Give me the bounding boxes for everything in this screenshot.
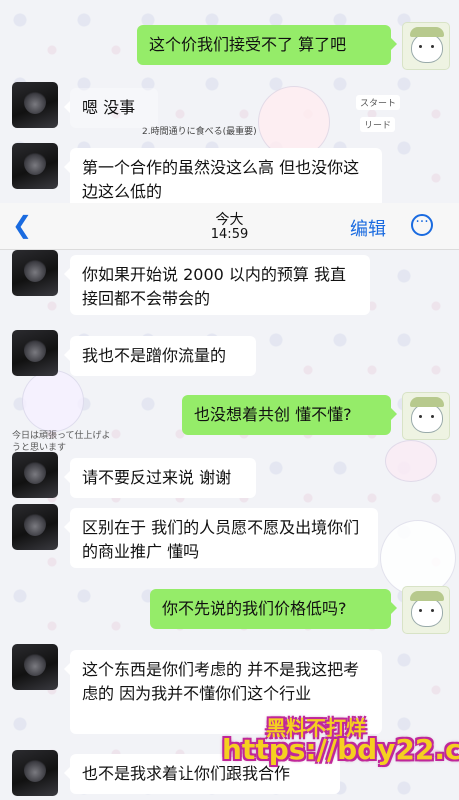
- message-bubble[interactable]: 这个价我们接受不了 算了吧: [137, 25, 397, 65]
- message-bubble[interactable]: 也没想着共创 懂不懂?: [182, 395, 397, 435]
- message-bubble[interactable]: 你不先说的我们价格低吗?: [150, 589, 397, 629]
- sticker-text-japanese: 今日は頑張って仕上げようと思います: [12, 431, 111, 453]
- sticker-cloud: [385, 440, 437, 482]
- contact-avatar[interactable]: [12, 250, 58, 296]
- self-avatar[interactable]: [402, 22, 450, 70]
- message-bubble[interactable]: 请不要反过来说 谢谢: [64, 458, 256, 498]
- self-avatar[interactable]: [402, 586, 450, 634]
- message-bubble[interactable]: 你如果开始说 2000 以内的预算 我直接回都不会带会的: [64, 255, 370, 315]
- contact-avatar[interactable]: [12, 82, 58, 128]
- chat-time: 14:59: [210, 227, 249, 242]
- message-bubble[interactable]: 区别在于 我们的人员愿不愿及出境你们的商业推广 懂吗: [64, 508, 378, 568]
- sticker-text-start: スタート: [356, 95, 401, 110]
- contact-avatar[interactable]: [12, 750, 58, 796]
- contact-avatar[interactable]: [12, 504, 58, 550]
- message-bubble[interactable]: 我也不是蹭你流量的: [64, 336, 256, 376]
- contact-avatar[interactable]: [12, 452, 58, 498]
- message-bubble[interactable]: 嗯 没事: [64, 88, 158, 128]
- contact-avatar[interactable]: [12, 330, 58, 376]
- contact-avatar[interactable]: [12, 143, 58, 189]
- edit-button[interactable]: 编辑: [350, 215, 386, 241]
- sticker-text-lead: リード: [360, 117, 396, 132]
- more-icon[interactable]: ···: [411, 214, 433, 236]
- chat-title: 今大: [215, 212, 244, 228]
- sticker-puppy: [22, 370, 84, 432]
- sticker-dog: [380, 520, 456, 596]
- watermark-url: https://bdy22.co: [222, 733, 459, 766]
- self-avatar[interactable]: [402, 392, 450, 440]
- contact-avatar[interactable]: [12, 644, 58, 690]
- message-bubble[interactable]: 第一个合作的虽然没这么高 但也没你这边这么低的: [64, 148, 382, 208]
- chat-header: ❮ 今大 14:59 编辑 ···: [0, 203, 459, 250]
- sticker-text-meal: 2.時間通りに食べる(最重要): [142, 127, 257, 137]
